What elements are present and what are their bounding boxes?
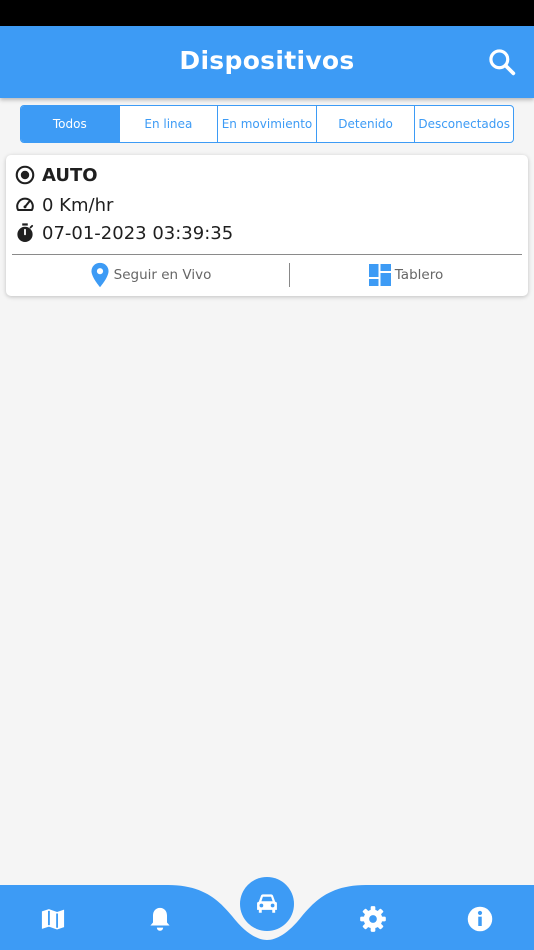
device-time-row: 07-01-2023 03:39:35 xyxy=(14,222,233,244)
device-card[interactable]: AUTO 0 Km/hr 07-01-2023 03:39:35 Seguir … xyxy=(6,155,528,296)
follow-live-button[interactable]: Seguir en Vivo xyxy=(12,259,289,291)
dashboard-button[interactable]: Tablero xyxy=(290,259,522,291)
filter-desconectados[interactable]: Desconectados xyxy=(415,106,513,142)
nav-devices-button[interactable] xyxy=(240,877,294,931)
device-speed-row: 0 Km/hr xyxy=(14,194,113,216)
search-button[interactable] xyxy=(486,46,518,78)
filter-todos[interactable]: Todos xyxy=(21,106,120,142)
search-icon xyxy=(489,49,516,76)
nav-alerts[interactable] xyxy=(143,902,177,936)
car-icon xyxy=(257,894,277,913)
status-filter: Todos En linea En movimiento Detenido De… xyxy=(20,105,514,143)
speedometer-icon xyxy=(16,197,34,212)
app-bar: Dispositivos xyxy=(0,26,534,98)
nav-map[interactable] xyxy=(36,902,70,936)
follow-live-label: Seguir en Vivo xyxy=(113,267,212,283)
nav-settings[interactable] xyxy=(356,902,390,936)
device-name-row: AUTO xyxy=(14,164,98,186)
filter-en-linea[interactable]: En linea xyxy=(120,106,219,142)
device-name: AUTO xyxy=(42,164,98,186)
gear-icon xyxy=(360,906,386,932)
device-timestamp: 07-01-2023 03:39:35 xyxy=(42,222,234,244)
filter-en-movimiento[interactable]: En movimiento xyxy=(218,106,317,142)
filter-detenido[interactable]: Detenido xyxy=(317,106,416,142)
bell-icon xyxy=(150,907,170,931)
map-icon xyxy=(41,909,65,930)
device-speed: 0 Km/hr xyxy=(42,194,114,216)
dashboard-icon xyxy=(368,264,391,286)
page-title: Dispositivos xyxy=(179,46,355,75)
status-bar xyxy=(0,0,534,26)
radio-button-icon xyxy=(15,165,35,185)
nav-info[interactable] xyxy=(463,902,497,936)
info-icon xyxy=(467,906,493,932)
stopwatch-icon xyxy=(17,223,34,242)
dashboard-label: Tablero xyxy=(394,267,444,283)
card-divider xyxy=(12,254,522,255)
location-pin-icon xyxy=(91,262,109,288)
